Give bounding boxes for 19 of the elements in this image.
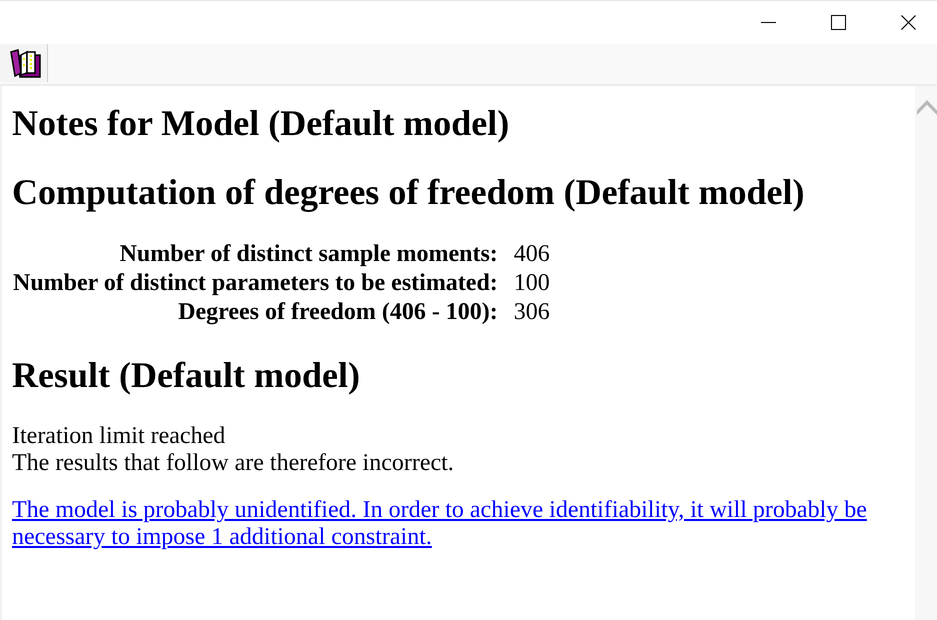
stat-value: 306: [514, 298, 550, 327]
minimize-icon: [760, 22, 776, 23]
stat-label: Number of distinct sample moments:: [118, 240, 498, 269]
stat-label: Number of distinct parameters to be estimated:: [13, 269, 498, 298]
section-heading: Result (Default model): [12, 355, 361, 396]
scrollbar[interactable]: [915, 86, 937, 620]
chevron-up-icon[interactable]: [917, 100, 937, 115]
page-title: Notes for Model (Default model): [12, 103, 510, 144]
maximize-icon: [830, 15, 846, 30]
message-text: Iteration limit reached: [12, 423, 226, 450]
stat-value: 100: [514, 269, 550, 298]
close-icon: [900, 15, 916, 30]
section-heading: Computation of degrees of freedom (Default model): [12, 172, 806, 213]
book-icon: [10, 48, 41, 78]
toolbar-button[interactable]: [0, 44, 48, 82]
warning-link[interactable]: The model is probably unidentified. In order to achieve identifiability, it will probably be necessary to impose 1 additional constraint.: [12, 497, 903, 551]
stat-label: Degrees of freedom (406 - 100):: [177, 298, 498, 327]
message-text: The results that follow are therefore incorrect.: [12, 450, 455, 477]
stat-value: 406: [514, 240, 550, 269]
